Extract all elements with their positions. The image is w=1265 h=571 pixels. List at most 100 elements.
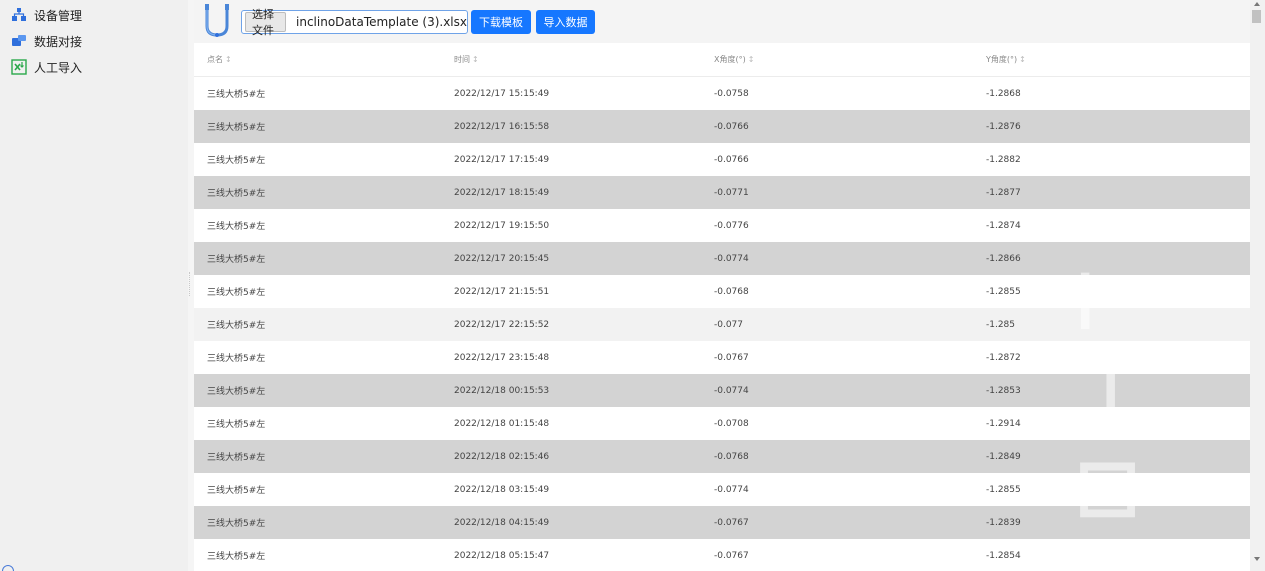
- table-row[interactable]: 三线大桥5#左 2022/12/18 01:15:48 -0.0708 -1.2914: [194, 407, 1250, 440]
- cell-y-angle: -1.2854: [986, 550, 1021, 561]
- cell-time: 2022/12/17 22:15:52: [454, 319, 550, 330]
- table-row[interactable]: 三线大桥5#左 2022/12/18 03:15:49 -0.0774 -1.2855: [194, 473, 1250, 506]
- cell-y-angle: -1.2872: [986, 352, 1021, 363]
- cell-point: 三线大桥5#左: [207, 420, 266, 430]
- import-data-button[interactable]: 导入数据: [536, 10, 595, 34]
- table-row[interactable]: 三线大桥5#左 2022/12/17 22:15:52 -0.077 -1.285: [194, 308, 1250, 341]
- sort-icon[interactable]: ↕: [748, 55, 755, 64]
- cell-x-angle: -0.0774: [714, 484, 749, 495]
- scroll-up-arrow-icon[interactable]: [1254, 2, 1260, 6]
- cell-x-angle: -0.0768: [714, 451, 749, 462]
- table-row[interactable]: 三线大桥5#左 2022/12/17 16:15:58 -0.0766 -1.2876: [194, 110, 1250, 143]
- cell-y-angle: -1.285: [986, 319, 1016, 330]
- cell-y-angle: -1.2876: [986, 121, 1021, 132]
- cell-point: 三线大桥5#左: [207, 519, 266, 529]
- column-header-point[interactable]: 点名 ↕: [194, 54, 454, 65]
- cell-time: 2022/12/17 23:15:48: [454, 352, 550, 363]
- cell-x-angle: -0.0776: [714, 220, 749, 231]
- cell-time: 2022/12/17 15:15:49: [454, 88, 550, 99]
- inclinometer-logo-icon: [202, 4, 232, 42]
- cell-point: 三线大桥5#左: [207, 123, 266, 133]
- cell-point: 三线大桥5#左: [207, 189, 266, 199]
- cell-time: 2022/12/17 17:15:49: [454, 154, 550, 165]
- main-panel: 选择文件 inclinoDataTemplate (3).xlsx 下载模板 导…: [194, 0, 1250, 571]
- scrollbar-thumb[interactable]: [1252, 10, 1261, 23]
- cell-x-angle: -0.0767: [714, 517, 749, 528]
- cell-x-angle: -0.0774: [714, 385, 749, 396]
- cell-x-angle: -0.0774: [714, 253, 749, 264]
- sort-icon[interactable]: ↕: [472, 55, 479, 64]
- cell-time: 2022/12/17 21:15:51: [454, 286, 550, 297]
- table-row[interactable]: 三线大桥5#左 2022/12/18 02:15:46 -0.0768 -1.2849: [194, 440, 1250, 473]
- cell-time: 2022/12/17 18:15:49: [454, 187, 550, 198]
- status-circle-icon: [2, 565, 14, 571]
- cell-point: 三线大桥5#左: [207, 222, 266, 232]
- cell-x-angle: -0.0766: [714, 121, 749, 132]
- scroll-down-arrow-icon[interactable]: [1254, 557, 1260, 561]
- sort-icon[interactable]: ↕: [1019, 55, 1026, 64]
- selected-file-name: inclinoDataTemplate (3).xlsx: [296, 15, 467, 29]
- cell-x-angle: -0.0767: [714, 550, 749, 561]
- excel-import-icon: [11, 59, 27, 75]
- table-header: 点名 ↕ 时间 ↕ X角度(°) ↕ Y角度(°) ↕: [194, 43, 1250, 77]
- table-body: 三线大桥5#左 2022/12/17 15:15:49 -0.0758 -1.2868…: [194, 77, 1250, 571]
- cell-point: 三线大桥5#左: [207, 453, 266, 463]
- cell-y-angle: -1.2914: [986, 418, 1021, 429]
- cell-y-angle: -1.2866: [986, 253, 1021, 264]
- cell-time: 2022/12/18 00:15:53: [454, 385, 550, 396]
- table-row[interactable]: 三线大桥5#左 2022/12/17 21:15:51 -0.0768 -1.2855: [194, 275, 1250, 308]
- table-row[interactable]: 三线大桥5#左 2022/12/17 15:15:49 -0.0758 -1.2868: [194, 77, 1250, 110]
- cell-time: 2022/12/18 02:15:46: [454, 451, 550, 462]
- cell-x-angle: -0.0708: [714, 418, 749, 429]
- cell-y-angle: -1.2855: [986, 286, 1021, 297]
- cell-y-angle: -1.2882: [986, 154, 1021, 165]
- cell-y-angle: -1.2868: [986, 88, 1021, 99]
- table-row[interactable]: 三线大桥5#左 2022/12/18 00:15:53 -0.0774 -1.2853: [194, 374, 1250, 407]
- sort-icon[interactable]: ↕: [225, 55, 232, 64]
- table-row[interactable]: 三线大桥5#左 2022/12/17 17:15:49 -0.0766 -1.2882: [194, 143, 1250, 176]
- table-row[interactable]: 三线大桥5#左 2022/12/18 05:15:47 -0.0767 -1.2854: [194, 539, 1250, 571]
- cell-time: 2022/12/18 05:15:47: [454, 550, 550, 561]
- table-row[interactable]: 三线大桥5#左 2022/12/17 18:15:49 -0.0771 -1.2877: [194, 176, 1250, 209]
- cell-y-angle: -1.2877: [986, 187, 1021, 198]
- cell-time: 2022/12/18 04:15:49: [454, 517, 550, 528]
- table-row[interactable]: 三线大桥5#左 2022/12/17 19:15:50 -0.0776 -1.2874: [194, 209, 1250, 242]
- cell-time: 2022/12/18 01:15:48: [454, 418, 550, 429]
- cell-x-angle: -0.0768: [714, 286, 749, 297]
- cell-time: 2022/12/18 03:15:49: [454, 484, 550, 495]
- cell-time: 2022/12/17 20:15:45: [454, 253, 550, 264]
- table-row[interactable]: 三线大桥5#左 2022/12/18 04:15:49 -0.0767 -1.2839: [194, 506, 1250, 539]
- column-header-time[interactable]: 时间 ↕: [454, 54, 714, 65]
- cell-x-angle: -0.0767: [714, 352, 749, 363]
- cell-y-angle: -1.2874: [986, 220, 1021, 231]
- import-toolbar: 选择文件 inclinoDataTemplate (3).xlsx 下载模板 导…: [194, 0, 1250, 43]
- cell-x-angle: -0.0771: [714, 187, 749, 198]
- file-input[interactable]: 选择文件 inclinoDataTemplate (3).xlsx: [241, 8, 468, 37]
- cell-x-angle: -0.077: [714, 319, 744, 330]
- cell-point: 三线大桥5#左: [207, 321, 266, 331]
- cell-point: 三线大桥5#左: [207, 255, 266, 265]
- table-row[interactable]: 三线大桥5#左 2022/12/17 20:15:45 -0.0774 -1.2866: [194, 242, 1250, 275]
- download-template-button[interactable]: 下载模板: [471, 10, 531, 34]
- data-interface-icon: [11, 33, 27, 49]
- cell-point: 三线大桥5#左: [207, 486, 266, 496]
- sidebar-item-manual-import[interactable]: 人工导入: [0, 54, 188, 80]
- cell-point: 三线大桥5#左: [207, 354, 266, 364]
- cell-point: 三线大桥5#左: [207, 552, 266, 562]
- sidebar-item-label: 人工导入: [34, 60, 83, 75]
- cell-y-angle: -1.2839: [986, 517, 1021, 528]
- network-icon: [11, 7, 27, 23]
- sidebar-item-device-management[interactable]: 设备管理: [0, 2, 188, 28]
- table-row[interactable]: 三线大桥5#左 2022/12/17 23:15:48 -0.0767 -1.2872: [194, 341, 1250, 374]
- sidebar-item-data-interface[interactable]: 数据对接: [0, 28, 188, 54]
- vertical-scrollbar[interactable]: [1250, 0, 1265, 571]
- choose-file-button[interactable]: 选择文件: [245, 8, 287, 37]
- column-header-x-angle[interactable]: X角度(°) ↕: [714, 54, 986, 65]
- cell-point: 三线大桥5#左: [207, 288, 266, 298]
- cell-point: 三线大桥5#左: [207, 156, 266, 166]
- cell-time: 2022/12/17 16:15:58: [454, 121, 550, 132]
- cell-x-angle: -0.0758: [714, 88, 749, 99]
- column-header-y-angle[interactable]: Y角度(°) ↕: [986, 54, 1250, 65]
- cell-x-angle: -0.0766: [714, 154, 749, 165]
- cell-y-angle: -1.2853: [986, 385, 1021, 396]
